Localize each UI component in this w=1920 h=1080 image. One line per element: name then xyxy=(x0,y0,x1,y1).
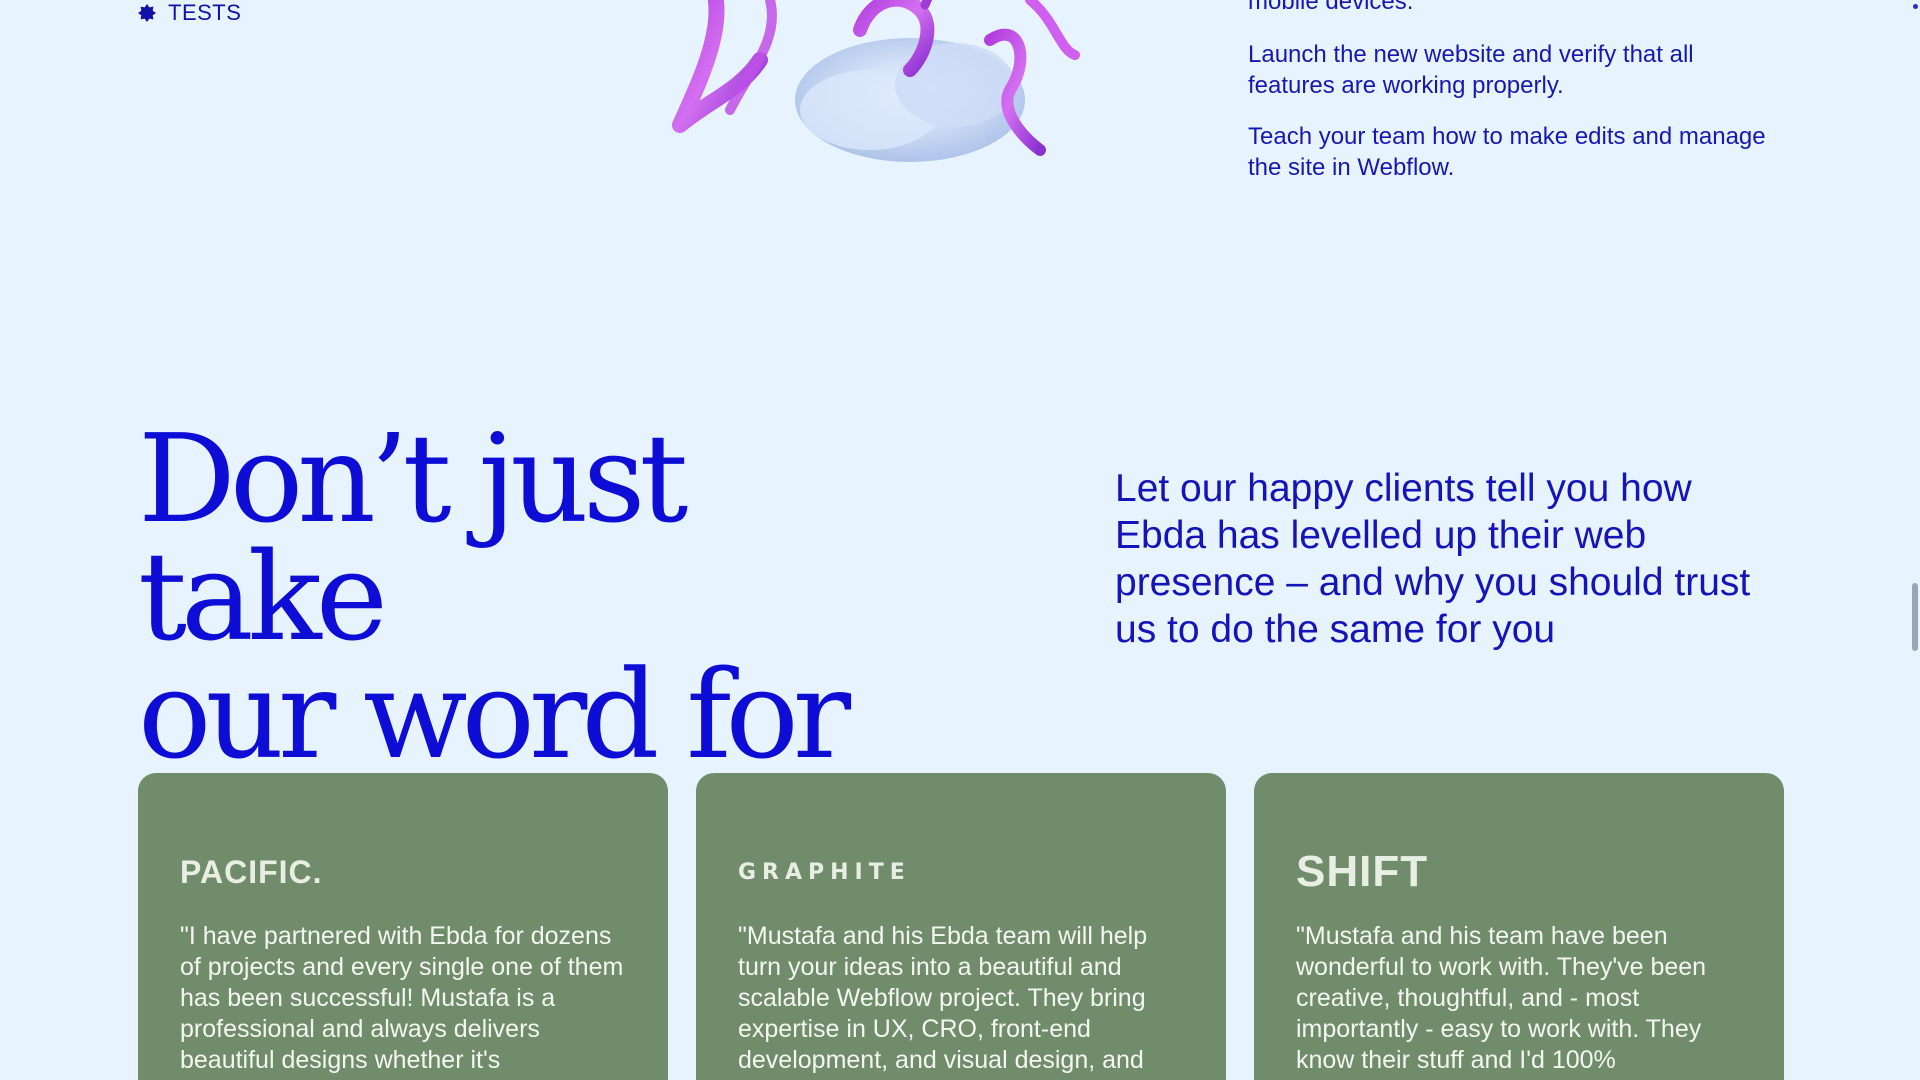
testimonial-card: PACIFIC. "I have partnered with Ebda for… xyxy=(138,773,668,1080)
testimonial-card: SHIFT "Mustafa and his team have been wo… xyxy=(1254,773,1784,1080)
testimonial-quote: "I have partnered with Ebda for dozens o… xyxy=(180,922,624,1074)
client-logo-text: PACIFIC. xyxy=(180,853,323,890)
process-paragraph: mobile devices. xyxy=(1248,0,1414,15)
testimonial-quote: "Mustafa and his Ebda team will help tur… xyxy=(738,922,1148,1074)
client-logo-text: GRAPHITE xyxy=(738,859,911,885)
client-logo-graphite: GRAPHITE xyxy=(738,847,1184,897)
process-list-item: TESTS xyxy=(138,0,241,26)
process-paragraph: Teach your team how to make edits and ma… xyxy=(1248,123,1766,181)
testimonial-cards: PACIFIC. "I have partnered with Ebda for… xyxy=(138,773,1784,1080)
client-logo-pacific: PACIFIC. xyxy=(180,847,626,897)
client-logo-text: SHIFT xyxy=(1296,847,1429,896)
process-description: mobile devices. Launch the new website a… xyxy=(1248,0,1768,203)
testimonial-card: GRAPHITE "Mustafa and his Ebda team will… xyxy=(696,773,1226,1080)
testimonials-subhead: Let our happy clients tell you how Ebda … xyxy=(1115,467,1751,651)
scroll-indicator-dot xyxy=(1913,4,1918,9)
page: TESTS mobile devices. Launch the new web… xyxy=(0,0,1920,1080)
testimonial-quote: "Mustafa and his team have been wonderfu… xyxy=(1296,922,1707,1074)
process-list-item-label: TESTS xyxy=(168,0,242,25)
headline-line: Don’t just take xyxy=(138,408,688,668)
scrollbar-thumb[interactable] xyxy=(1912,583,1918,651)
badge-bullet-icon xyxy=(138,4,156,22)
abstract-3d-illustration xyxy=(672,0,1080,162)
client-logo-shift: SHIFT xyxy=(1296,847,1742,897)
process-paragraph: Launch the new website and verify that a… xyxy=(1248,41,1694,99)
